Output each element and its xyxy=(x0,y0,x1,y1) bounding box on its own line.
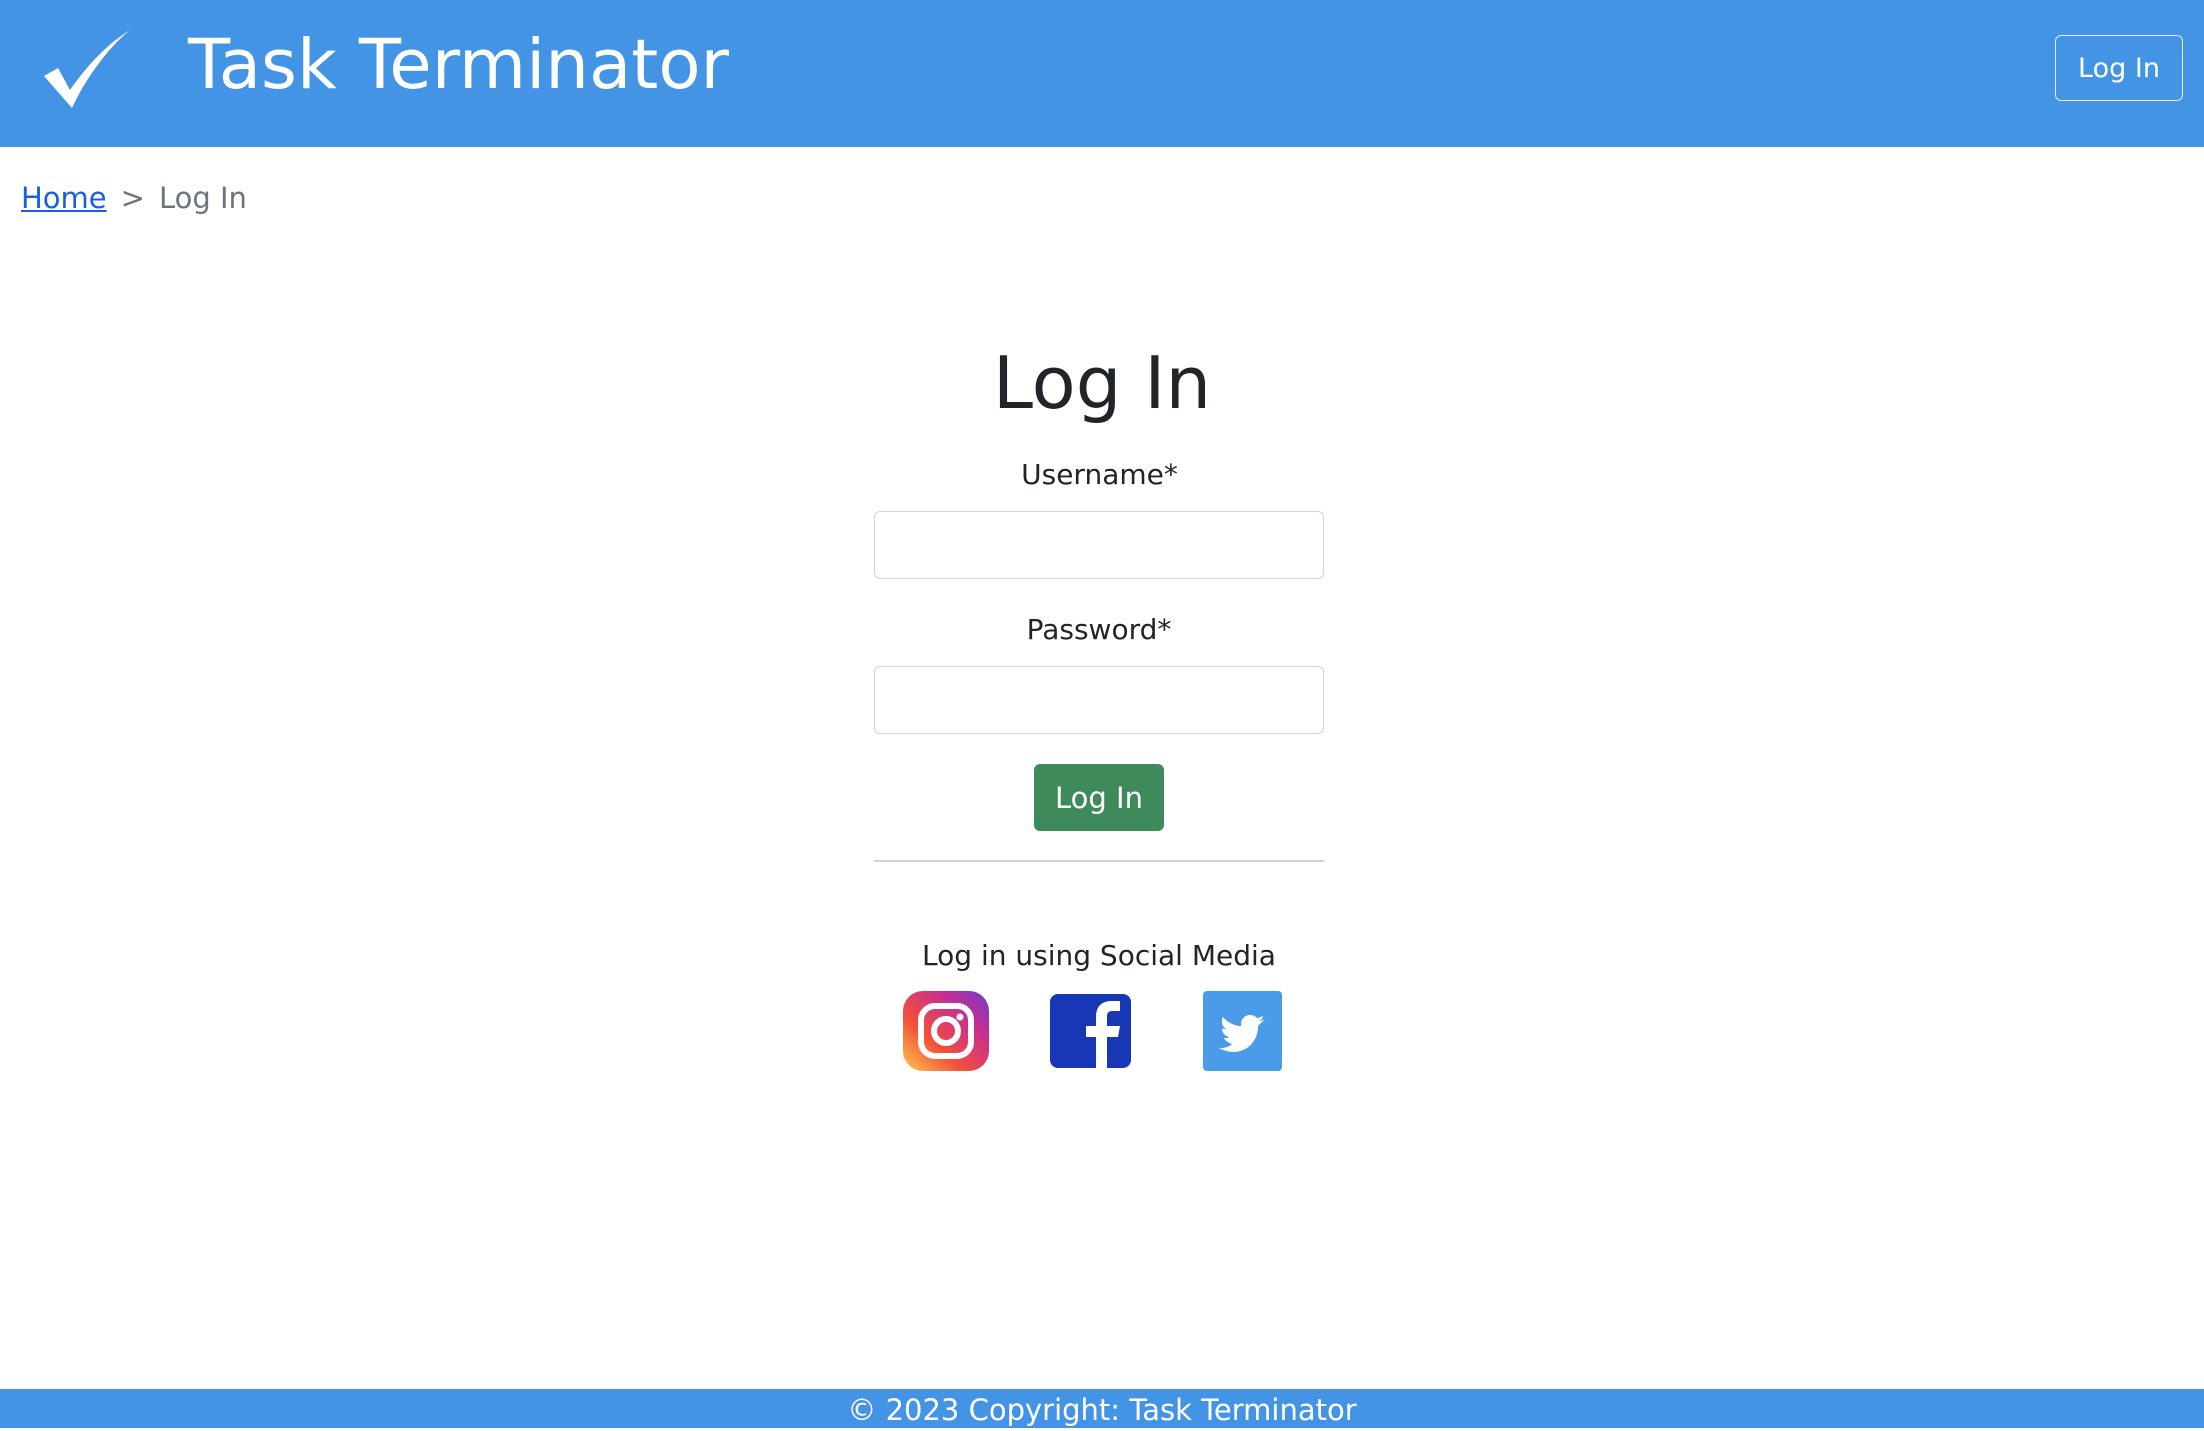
brand-title[interactable]: Task Terminator xyxy=(188,22,729,108)
facebook-icon[interactable] xyxy=(1050,994,1131,1068)
social-login-title: Log in using Social Media xyxy=(922,939,1276,972)
checkmark-icon[interactable] xyxy=(40,28,132,110)
password-input[interactable] xyxy=(874,666,1324,734)
login-submit-button[interactable]: Log In xyxy=(1034,764,1164,831)
breadcrumb: Home > Log In xyxy=(21,178,247,218)
footer: © 2023 Copyright: Task Terminator xyxy=(0,1389,2204,1428)
password-label: Password* xyxy=(1026,613,1172,646)
form-divider xyxy=(874,860,1324,862)
breadcrumb-home-link[interactable]: Home xyxy=(21,181,107,215)
breadcrumb-current: Log In xyxy=(158,181,247,215)
header-login-button[interactable]: Log In xyxy=(2055,35,2183,101)
instagram-icon[interactable] xyxy=(903,991,989,1071)
username-label: Username* xyxy=(1021,458,1178,491)
twitter-icon[interactable] xyxy=(1203,991,1282,1071)
breadcrumb-separator: > xyxy=(120,181,145,215)
username-input[interactable] xyxy=(874,511,1324,579)
page-title: Log In xyxy=(992,341,1212,425)
navbar: Task Terminator Log In xyxy=(0,0,2204,147)
